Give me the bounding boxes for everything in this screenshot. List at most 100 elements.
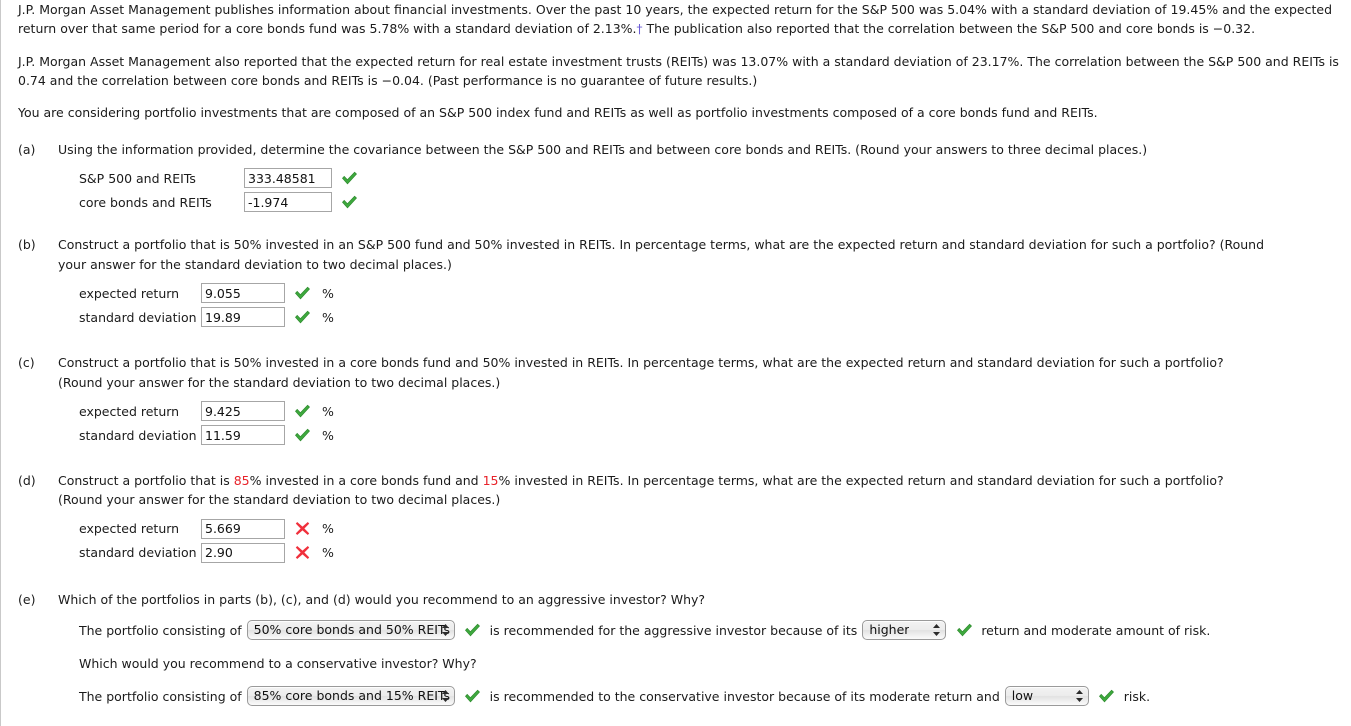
part-e: (e) Which of the portfolios in parts (b)… xyxy=(18,590,1351,708)
aggressive-sentence-mid: is recommended for the aggressive invest… xyxy=(489,622,858,638)
part-c-row-0-label: expected return xyxy=(79,403,180,419)
answer-row: standard deviation % xyxy=(79,305,1351,329)
stepper-arrows-icon xyxy=(1075,689,1084,703)
part-a-row-1-label: core bonds and REITs xyxy=(79,194,212,210)
portfolio-select-conservative[interactable]: 85% core bonds and 15% REITs xyxy=(246,686,455,707)
answer-row: core bonds and REITs xyxy=(79,190,1351,214)
stepper-arrows-icon xyxy=(441,623,450,637)
answer-row: standard deviation % xyxy=(79,423,1351,447)
return-level-select-value: higher xyxy=(869,622,910,638)
part-e-label: (e) xyxy=(18,591,36,607)
part-b-row-1-unit: % xyxy=(322,309,334,325)
intro-paragraph-1: J.P. Morgan Asset Management publishes i… xyxy=(18,0,1341,40)
correct-check-icon xyxy=(293,404,311,419)
conservative-sentence-mid: is recommended to the conservative inves… xyxy=(489,688,1000,704)
correct-check-icon xyxy=(293,286,311,301)
part-d-label: (d) xyxy=(18,473,36,489)
correct-check-icon xyxy=(464,623,482,638)
intro-section: J.P. Morgan Asset Management publishes i… xyxy=(1,0,1351,122)
part-a-answers: S&P 500 and REITs core bonds and REITs xyxy=(58,166,1351,214)
part-b-label: (b) xyxy=(18,237,36,253)
correct-check-icon xyxy=(340,171,358,186)
part-c-question-line-2: (Round your answer for the standard devi… xyxy=(58,374,501,390)
conservative-sentence-post: risk. xyxy=(1123,688,1151,704)
conservative-sentence-pre: The portfolio consisting of xyxy=(79,688,242,704)
answer-row: expected return % xyxy=(79,517,1351,541)
part-d-question-line-1: Construct a portfolio that is 85% invest… xyxy=(58,471,1348,490)
aggressive-sentence-post: return and moderate amount of risk. xyxy=(981,622,1211,638)
part-c-row-1-input[interactable] xyxy=(201,425,285,446)
part-a: (a) Using the information provided, dete… xyxy=(18,140,1351,214)
part-a-row-1-input[interactable] xyxy=(244,192,332,213)
intro-paragraph-3: You are considering portfolio investment… xyxy=(18,104,1098,120)
part-d-question-line-2: (Round your answer for the standard devi… xyxy=(58,492,501,508)
conservative-question-row: Which would you recommend to a conservat… xyxy=(79,651,1351,675)
part-d-row-0-label: expected return xyxy=(79,521,180,537)
part-e-question-aggressive: Which of the portfolios in parts (b), (c… xyxy=(58,591,706,607)
part-c-row-1-unit: % xyxy=(322,427,334,443)
part-d-q-seg-3: % invested in REITs. In percentage terms… xyxy=(498,473,1224,489)
correct-check-icon xyxy=(955,623,973,638)
parts-container: (a) Using the information provided, dete… xyxy=(1,140,1351,708)
incorrect-cross-icon xyxy=(293,545,311,560)
answer-row: standard deviation % xyxy=(79,541,1351,565)
part-d-row-0-input[interactable] xyxy=(201,518,285,539)
risk-level-select-value: low xyxy=(1011,688,1034,704)
portfolio-select-conservative-value: 85% core bonds and 15% REITs xyxy=(253,688,450,704)
correct-check-icon xyxy=(293,310,311,325)
part-b-question-line-2: your answer for the standard deviation t… xyxy=(58,256,452,272)
part-e-aggressive-answer: The portfolio consisting of 50% core bon… xyxy=(58,618,1351,642)
part-b: (b) Construct a portfolio that is 50% in… xyxy=(18,235,1351,329)
part-b-row-0-unit: % xyxy=(322,285,334,301)
part-b-question-line-1: Construct a portfolio that is 50% invest… xyxy=(58,237,1265,253)
conservative-sentence: The portfolio consisting of 85% core bon… xyxy=(79,684,1351,708)
portfolio-select-aggressive-value: 50% core bonds and 50% REITs xyxy=(253,622,450,638)
part-d: (d) Construct a portfolio that is 85% in… xyxy=(18,471,1351,565)
stepper-arrows-icon xyxy=(441,689,450,703)
answer-row: S&P 500 and REITs xyxy=(79,166,1351,190)
part-d-row-1-label: standard deviation xyxy=(79,545,197,561)
intro-paragraph-2: J.P. Morgan Asset Management also report… xyxy=(18,53,1339,89)
part-c-answers: expected return % standard deviation xyxy=(58,399,1351,447)
risk-level-select[interactable]: low xyxy=(1004,686,1089,707)
part-e-conservative-question: Which would you recommend to a conservat… xyxy=(58,651,1351,708)
part-d-row-1-unit: % xyxy=(322,545,334,561)
correct-check-icon xyxy=(293,428,311,443)
portfolio-select-aggressive[interactable]: 50% core bonds and 50% REITs xyxy=(246,620,455,641)
part-b-row-0-label: expected return xyxy=(79,285,180,301)
incorrect-cross-icon xyxy=(293,521,311,536)
part-d-answers: expected return % standard deviation xyxy=(58,517,1351,565)
intro-paragraph-1-continued: The publication also reported that the c… xyxy=(642,21,1256,37)
return-level-select[interactable]: higher xyxy=(862,620,947,641)
part-c-row-1-label: standard deviation xyxy=(79,427,197,443)
part-a-row-0-input[interactable] xyxy=(244,168,332,189)
part-c-body: Construct a portfolio that is 50% invest… xyxy=(58,353,1351,447)
part-a-label: (a) xyxy=(18,142,36,158)
part-d-weight-bonds: 85 xyxy=(233,473,250,489)
part-c-label: (c) xyxy=(18,355,35,371)
part-a-question: Using the information provided, determin… xyxy=(58,142,1148,158)
part-c-question-line-1: Construct a portfolio that is 50% invest… xyxy=(58,355,1224,371)
part-b-row-0-input[interactable] xyxy=(201,283,285,304)
part-d-q-seg-1: Construct a portfolio that is xyxy=(58,473,234,489)
part-b-answers: expected return % standard deviation xyxy=(58,281,1351,329)
part-b-body: Construct a portfolio that is 50% invest… xyxy=(58,235,1351,329)
stepper-arrows-icon xyxy=(932,623,941,637)
part-b-row-1-label: standard deviation xyxy=(79,309,197,325)
part-d-row-0-unit: % xyxy=(322,521,334,537)
part-d-row-1-input[interactable] xyxy=(201,542,285,563)
part-b-row-1-input[interactable] xyxy=(201,307,285,328)
exercise-page: J.P. Morgan Asset Management publishes i… xyxy=(0,0,1351,726)
answer-row: expected return % xyxy=(79,399,1351,423)
part-e-body: Which of the portfolios in parts (b), (c… xyxy=(58,590,1351,708)
part-c-row-0-input[interactable] xyxy=(201,401,285,422)
part-a-body: Using the information provided, determin… xyxy=(58,140,1351,214)
part-d-body: Construct a portfolio that is 85% invest… xyxy=(58,471,1351,565)
aggressive-sentence-pre: The portfolio consisting of xyxy=(79,622,242,638)
part-e-question-conservative: Which would you recommend to a conservat… xyxy=(79,655,477,671)
correct-check-icon xyxy=(340,195,358,210)
part-a-row-0-label: S&P 500 and REITs xyxy=(79,170,196,186)
part-d-q-seg-2: % invested in a core bonds fund and xyxy=(249,473,483,489)
part-c-row-0-unit: % xyxy=(322,403,334,419)
aggressive-sentence: The portfolio consisting of 50% core bon… xyxy=(79,618,1351,642)
